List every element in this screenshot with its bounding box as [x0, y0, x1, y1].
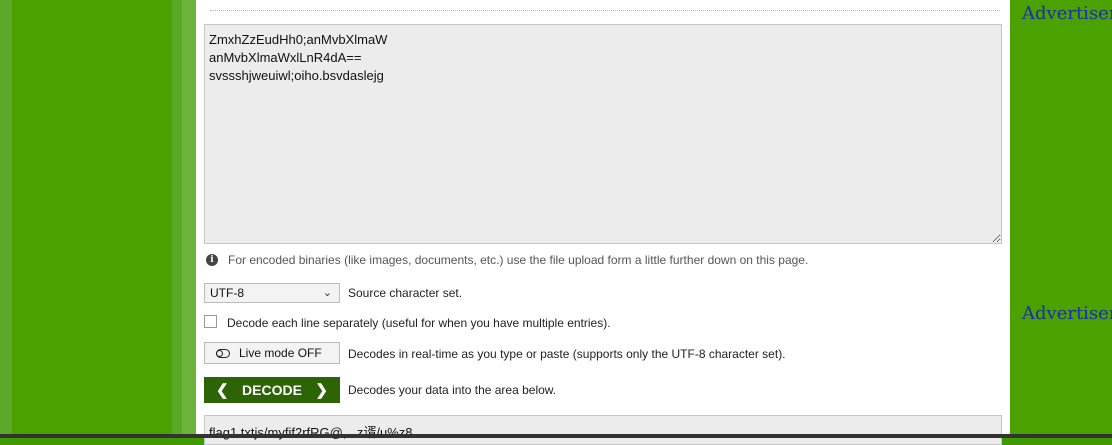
left-pattern-strip [0, 0, 12, 438]
charset-select[interactable]: UTF-8 ⌄ [204, 283, 340, 303]
advertisement-link-top[interactable]: Advertisement [1022, 3, 1112, 24]
section-divider [210, 10, 1000, 11]
charset-selected-value: UTF-8 [210, 286, 244, 300]
upload-info-row: i For encoded binaries (like images, doc… [206, 253, 808, 267]
decode-label: Decodes your data into the area below. [348, 383, 557, 397]
toggle-off-icon [216, 348, 230, 358]
decode-button[interactable]: ❮ DECODE ❯ [204, 377, 340, 403]
live-mode-label: Decodes in real-time as you type or past… [348, 347, 786, 361]
decode-each-line-checkbox[interactable] [204, 315, 217, 328]
chevron-right-icon: ❯ [315, 382, 328, 399]
decode-button-label: DECODE [242, 382, 302, 398]
upload-info-text: For encoded binaries (like images, docum… [228, 253, 809, 267]
charset-label: Source character set. [348, 286, 463, 300]
chevron-down-icon: ⌄ [322, 287, 332, 299]
info-icon: i [206, 254, 218, 266]
live-mode-button-label: Live mode OFF [239, 346, 322, 360]
decoded-output-textarea[interactable]: flag1.txtjs/myfif2rfRG@,z谞/u%z8 [204, 415, 1002, 445]
panel-border-texture-inner [182, 0, 196, 438]
encoded-input-textarea[interactable] [204, 24, 1002, 244]
advertisement-link-middle[interactable]: Advertisement [1022, 303, 1112, 324]
bottom-bar [0, 434, 1112, 438]
decode-each-line-label: Decode each line separately (useful for … [227, 316, 611, 330]
left-background [0, 0, 172, 438]
chevron-left-icon: ❮ [216, 382, 229, 399]
live-mode-toggle-button[interactable]: Live mode OFF [204, 342, 340, 364]
right-background [1010, 0, 1112, 438]
